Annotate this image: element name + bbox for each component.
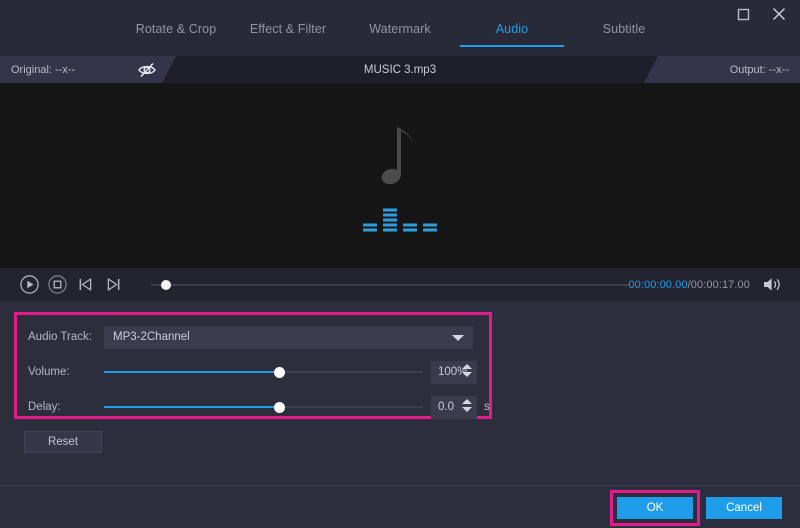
file-info-bar: Original: --x-- MUSIC 3.mp3 Output: --x-… bbox=[0, 56, 800, 83]
preview-area[interactable] bbox=[0, 83, 800, 268]
volume-slider-handle[interactable] bbox=[274, 367, 285, 378]
audio-track-select[interactable]: MP3-2Channel bbox=[104, 326, 473, 349]
volume-label: Volume: bbox=[28, 366, 104, 378]
reset-button[interactable]: Reset bbox=[24, 431, 102, 453]
next-frame-icon[interactable] bbox=[103, 274, 124, 295]
audio-track-label: Audio Track: bbox=[28, 331, 104, 343]
output-size-chip: Output: --x-- bbox=[644, 56, 800, 83]
tab-rotate-crop[interactable]: Rotate & Crop bbox=[120, 20, 232, 47]
delay-value: 0.0 bbox=[438, 401, 454, 413]
playback-control-bar: 00:00:00.00 /00:00:17.00 bbox=[0, 268, 800, 301]
equalizer-icon bbox=[363, 205, 437, 231]
delay-row: Delay: 0.0 s bbox=[17, 395, 495, 419]
delay-stepper-arrows bbox=[462, 399, 472, 412]
output-size-label: Output: --x-- bbox=[730, 64, 789, 76]
timeline-track bbox=[151, 284, 629, 286]
tab-effect-filter[interactable]: Effect & Filter bbox=[232, 20, 344, 47]
volume-icon[interactable] bbox=[762, 275, 782, 294]
tab-audio[interactable]: Audio bbox=[456, 20, 568, 47]
audio-artwork bbox=[363, 120, 437, 231]
audio-settings-panel: Audio Track: MP3-2Channel Volume: 100% bbox=[0, 301, 800, 485]
delay-increment-icon[interactable] bbox=[462, 399, 472, 404]
delay-slider-fill bbox=[104, 406, 279, 408]
audio-editor-window: Rotate & Crop Effect & Filter Watermark … bbox=[0, 0, 800, 528]
title-bar: Rotate & Crop Effect & Filter Watermark … bbox=[0, 0, 800, 56]
audio-track-row: Audio Track: MP3-2Channel bbox=[17, 325, 495, 349]
volume-slider[interactable] bbox=[104, 364, 423, 380]
delay-unit: s bbox=[484, 401, 490, 413]
audio-track-value: MP3-2Channel bbox=[113, 331, 190, 343]
cancel-button[interactable]: Cancel bbox=[706, 497, 782, 519]
chevron-down-icon[interactable] bbox=[452, 335, 464, 341]
volume-increment-icon[interactable] bbox=[462, 364, 472, 369]
audio-settings-highlight: Audio Track: MP3-2Channel Volume: 100% bbox=[14, 312, 492, 419]
volume-slider-fill bbox=[104, 371, 279, 373]
stop-circle-icon[interactable] bbox=[47, 274, 68, 295]
tab-subtitle[interactable]: Subtitle bbox=[568, 20, 680, 47]
music-note-icon bbox=[377, 120, 423, 193]
ok-button[interactable]: OK bbox=[617, 497, 693, 519]
delay-decrement-icon[interactable] bbox=[462, 407, 472, 412]
timeline-handle[interactable] bbox=[161, 280, 171, 290]
volume-stepper-arrows bbox=[462, 364, 472, 377]
delay-slider-handle[interactable] bbox=[274, 402, 285, 413]
volume-stepper[interactable]: 100% bbox=[431, 361, 477, 384]
eye-off-icon[interactable] bbox=[136, 59, 158, 81]
timeline-slider[interactable] bbox=[151, 277, 629, 293]
tab-watermark[interactable]: Watermark bbox=[344, 20, 456, 47]
delay-stepper[interactable]: 0.0 bbox=[431, 396, 477, 419]
volume-row: Volume: 100% bbox=[17, 360, 495, 384]
play-circle-icon[interactable] bbox=[19, 274, 40, 295]
volume-decrement-icon[interactable] bbox=[462, 372, 472, 377]
time-display: 00:00:00.00 /00:00:17.00 bbox=[628, 268, 750, 301]
original-size-label: Original: --x-- bbox=[11, 64, 75, 76]
total-time: /00:00:17.00 bbox=[688, 279, 750, 291]
delay-slider[interactable] bbox=[104, 399, 423, 415]
delay-label: Delay: bbox=[28, 401, 104, 413]
editor-tabs: Rotate & Crop Effect & Filter Watermark … bbox=[0, 20, 800, 56]
current-time: 00:00:00.00 bbox=[628, 279, 687, 291]
transport-controls bbox=[19, 274, 124, 295]
footer-bar: OK Cancel bbox=[0, 485, 800, 528]
previous-frame-icon[interactable] bbox=[75, 274, 96, 295]
